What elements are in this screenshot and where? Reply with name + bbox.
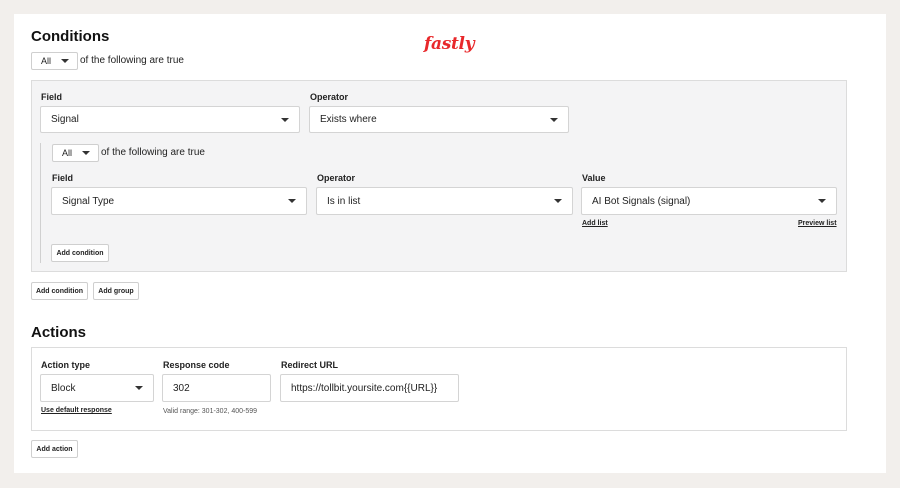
value-label: Value (582, 173, 606, 183)
conditions-match-select-value: All (41, 56, 52, 66)
chevron-down-icon (135, 386, 143, 390)
chevron-down-icon (281, 117, 289, 122)
conditions-match-select[interactable]: All (31, 52, 78, 70)
add-list-link[interactable]: Add list (582, 220, 608, 227)
redirect-url-label: Redirect URL (281, 360, 339, 370)
operator-select-value: Exists where (320, 114, 377, 125)
nested-operator-select[interactable]: Is in list (316, 187, 573, 215)
nested-operator-label: Operator (317, 173, 356, 183)
value-select[interactable]: AI Bot Signals (signal) (581, 187, 837, 215)
add-group-button[interactable]: Add group (93, 282, 139, 300)
nested-field-select[interactable]: Signal Type (51, 187, 307, 215)
nested-field-select-value: Signal Type (62, 195, 115, 207)
redirect-url-value: https://tollbit.yoursite.com{{URL}} (291, 382, 438, 394)
chevron-down-icon (818, 199, 826, 203)
field-select-value: Signal (51, 114, 79, 125)
conditions-match-suffix: of the following are true (80, 55, 184, 66)
nested-match-select-value: All (62, 148, 73, 158)
nested-match-suffix: of the following are true (101, 147, 205, 158)
conditions-title: Conditions (31, 28, 110, 45)
operator-label: Operator (310, 92, 349, 102)
chevron-down-icon (288, 199, 296, 203)
preview-list-link[interactable]: Preview list (798, 220, 837, 227)
response-code-hint: Valid range: 301-302, 400-599 (163, 408, 258, 415)
nested-operator-select-value: Is in list (327, 195, 361, 207)
add-action-button[interactable]: Add action (31, 440, 78, 458)
rule-editor-card: Conditions fastly All of the following a… (14, 14, 886, 473)
fastly-logo: fastly (424, 34, 475, 54)
action-type-select[interactable]: Block (40, 374, 154, 402)
nested-add-condition-button[interactable]: Add condition (51, 244, 109, 262)
add-condition-button[interactable]: Add condition (31, 282, 88, 300)
chevron-down-icon (550, 117, 558, 122)
use-default-response-link[interactable]: Use default response (41, 407, 112, 414)
chevron-down-icon (82, 151, 90, 155)
field-select[interactable]: Signal (40, 106, 300, 133)
response-code-value: 302 (173, 382, 190, 394)
nested-match-select[interactable]: All (52, 144, 99, 162)
value-select-value: AI Bot Signals (signal) (592, 195, 691, 207)
action-type-select-value: Block (51, 382, 76, 394)
chevron-down-icon (554, 199, 562, 203)
chevron-down-icon (61, 59, 69, 63)
operator-select[interactable]: Exists where (309, 106, 569, 133)
redirect-url-input[interactable]: https://tollbit.yoursite.com{{URL}} (280, 374, 459, 402)
nested-field-label: Field (52, 173, 74, 183)
actions-title: Actions (31, 324, 87, 341)
nested-group-indicator (40, 143, 41, 263)
field-label: Field (41, 92, 63, 102)
response-code-label: Response code (163, 360, 230, 370)
action-type-label: Action type (41, 360, 91, 370)
response-code-input[interactable]: 302 (162, 374, 271, 402)
